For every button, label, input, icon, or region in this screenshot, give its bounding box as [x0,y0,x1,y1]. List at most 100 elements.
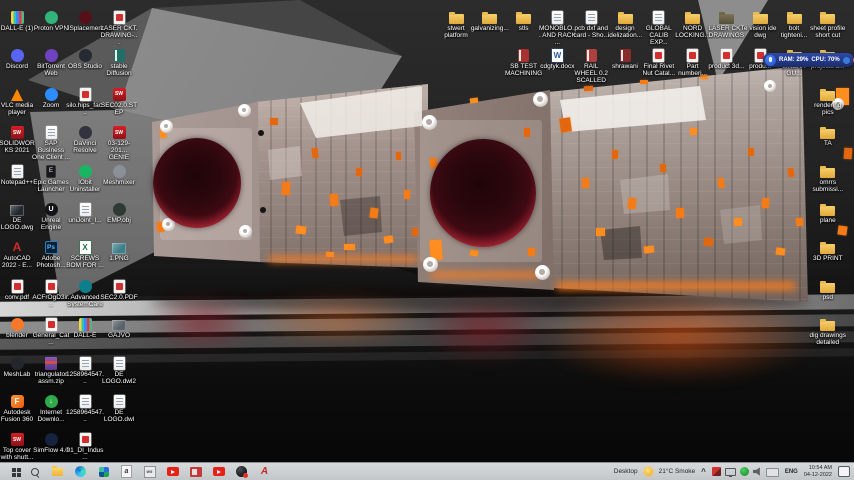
desktop-icon[interactable]: conv.pdf [0,277,36,301]
desktop-icon[interactable]: MeshLab [0,354,36,378]
desktop-icon[interactable]: sheet profile short cut [809,8,847,39]
desktop-icon[interactable]: SB TEST MACHINING [505,46,543,77]
desktop-icon[interactable]: blender [0,315,36,339]
desktop-icon[interactable]: ↓Internet Downlo... [32,392,70,423]
desktop-icon[interactable]: DE LOGO.dwl2 [100,354,138,385]
desktop-icon[interactable]: IObit Uninstaller [66,162,104,193]
desktop-icon[interactable]: BitTorrent Web [32,46,70,77]
desktop-icon[interactable]: FAutodesk Fusion 360 [0,392,36,423]
desktop-toolbar-label[interactable]: Desktop [614,468,638,475]
desktop-icon[interactable]: AAutoCAD 2022 - E... [0,238,36,269]
desktop-icon[interactable]: Part numberi... [674,46,712,77]
keyboard-tray-icon[interactable] [766,468,779,477]
widget-settings-icon[interactable] [843,57,850,64]
desktop-icon[interactable]: product 3d... [707,46,745,70]
photos-taskbar-button[interactable] [97,465,110,478]
desktop-icon[interactable]: 3D PRINT [809,238,847,262]
desktop-icon[interactable]: GLOBAL CALIB EXP... [640,8,678,46]
desktop-icon[interactable]: UUnreal Engine [32,200,70,231]
desktop-icon[interactable]: Proton VPN [32,8,70,32]
edge-taskbar-button[interactable] [74,465,87,478]
desktop-icon[interactable]: LASER CKT DRAWINGS [707,8,745,39]
media-app-taskbar-button[interactable] [189,465,202,478]
weather-text[interactable]: 21°C Smoke [659,468,696,475]
desktop-icon[interactable]: SWSOLIDWORKS 2021 [0,123,36,154]
desktop-icon[interactable]: Advanced SystemCare [66,277,104,308]
desktop-icon[interactable]: DE LOGO.dwl [100,392,138,423]
desktop-icon[interactable]: e vision ide dwg [741,8,779,39]
desktop-icon[interactable]: XSCREWS BOM FOR ... [66,238,104,269]
desktop-icon[interactable]: SimFlow 4.0 [32,430,70,454]
desktop-icon[interactable]: DE LOGO.dwg [0,200,36,231]
desktop-icon[interactable]: SEC2.0.PDF [100,277,138,301]
desktop-icon[interactable]: stable Diffusion [100,46,138,77]
desktop-icon[interactable]: uniJoint_I... [66,200,104,224]
desktop-icon[interactable]: shrawani [606,46,644,70]
gpu-tray-icon[interactable] [712,467,721,476]
desktop-icon[interactable]: General_Cat... [32,315,70,346]
desktop-icon[interactable]: Zoom [32,85,70,109]
hidden-icons-chevron[interactable]: ^ [701,468,706,476]
start-taskbar-button[interactable] [5,465,18,478]
file-explorer-taskbar-button[interactable] [51,465,64,478]
youtube-taskbar-button[interactable] [166,465,179,478]
desktop-icon[interactable]: DALL-E [66,315,104,339]
desktop-icon[interactable]: VLC media player [0,85,36,116]
desktop-icon[interactable]: pcb dxf and card - Sho... [572,8,610,39]
desktop-icon[interactable]: LASER CKT. DRAWING-... [100,8,138,46]
youtube-2-taskbar-button[interactable] [212,465,225,478]
desktop-icon[interactable]: DaVinci Resolve [66,123,104,154]
desktop-icon[interactable]: omrrs submissi... [809,162,847,193]
notepad-taskbar-button[interactable]: ws [143,465,156,478]
desktop-icon[interactable]: Notepad++ [0,162,36,186]
desktop-icon[interactable]: SWTop cover with shutt... [0,430,36,461]
desktop-icon[interactable]: SW03-129-201... GENIE NAN... [100,123,138,161]
desktop-icon[interactable]: rendering pics [809,85,847,116]
desktop-icon[interactable]: 1.PNG [100,238,138,262]
audio-muted-tray-icon[interactable] [753,467,762,476]
desktop-icon[interactable]: EMP.obj [100,200,138,224]
antivirus-tray-icon[interactable] [740,467,749,476]
desktop-icon[interactable]: OBS Studio [66,46,104,70]
desktop-icon[interactable]: GAJVO [100,315,138,339]
desktop-icon[interactable]: MONOBLO... AND RACK ... [538,8,576,46]
desktop-icon[interactable]: NORD LOCKING... [674,8,712,39]
desktop-icon[interactable]: ACFrOgD3ir... [32,277,70,308]
desktop-icon[interactable]: Final Rivet Nut Catal... [640,46,678,77]
desktop-icon[interactable]: JSplacement [66,8,104,32]
weather-icon[interactable] [644,467,653,476]
notification-center-icon[interactable] [838,466,850,477]
desktop-icon[interactable]: stls [505,8,543,32]
desktop-icon[interactable]: DALL-E (1) [0,8,36,32]
microphone-icon[interactable] [765,55,776,66]
performance-widget[interactable]: RAM: 29% CPU: 70% [763,53,854,67]
desktop-icon[interactable]: 1258964547... [66,354,104,385]
desktop-icon[interactable]: SAP Business One Client ... [32,123,70,161]
desktop-icon[interactable]: plane [809,200,847,224]
desktop-icon[interactable]: TA [809,123,847,147]
desktop-icon[interactable]: galvanizing... [471,8,509,32]
desktop-icon[interactable]: silo.hips_fac... [66,85,104,116]
browser-sphere-taskbar-button[interactable] [235,465,248,478]
desktop-icon[interactable]: Meshmixer [100,162,138,186]
search-taskbar-button[interactable] [28,465,41,478]
desktop-icon[interactable]: design idelization... [606,8,644,39]
desktop-icon[interactable]: Wcdgtyk.docx [538,46,576,70]
desktop-icon[interactable]: Discord [0,46,36,70]
clock[interactable]: 10:54 AM 04-12-2022 [804,465,832,478]
document-viewer-taskbar-button[interactable]: a [120,465,133,478]
desktop-icon[interactable]: PsAdobe Photosh... [32,238,70,269]
desktop-icon[interactable]: 01_DI_Indus... [66,430,104,461]
language-indicator[interactable]: ENG [785,469,798,475]
desktop-icon[interactable]: 1258964547... [66,392,104,423]
desktop-icon[interactable]: psd [809,277,847,301]
desktop-icon[interactable]: triangulator assm.zip [32,354,70,385]
desktop-icon[interactable]: RAIL WHEEL 0.2 SCALLED [572,46,610,84]
desktop-icon[interactable]: bolt tighteni... [775,8,813,39]
desktop-icon[interactable]: dig drawings detailed [809,315,847,346]
display-tray-icon[interactable] [725,468,736,476]
desktop-icon[interactable]: SWSEC02.0.STEP [100,85,138,116]
desktop-icon[interactable]: EEpic Games Launcher [32,162,70,193]
desktop-icon[interactable]: stwert platform [437,8,475,39]
autocad-taskbar-button[interactable]: A [258,465,271,478]
